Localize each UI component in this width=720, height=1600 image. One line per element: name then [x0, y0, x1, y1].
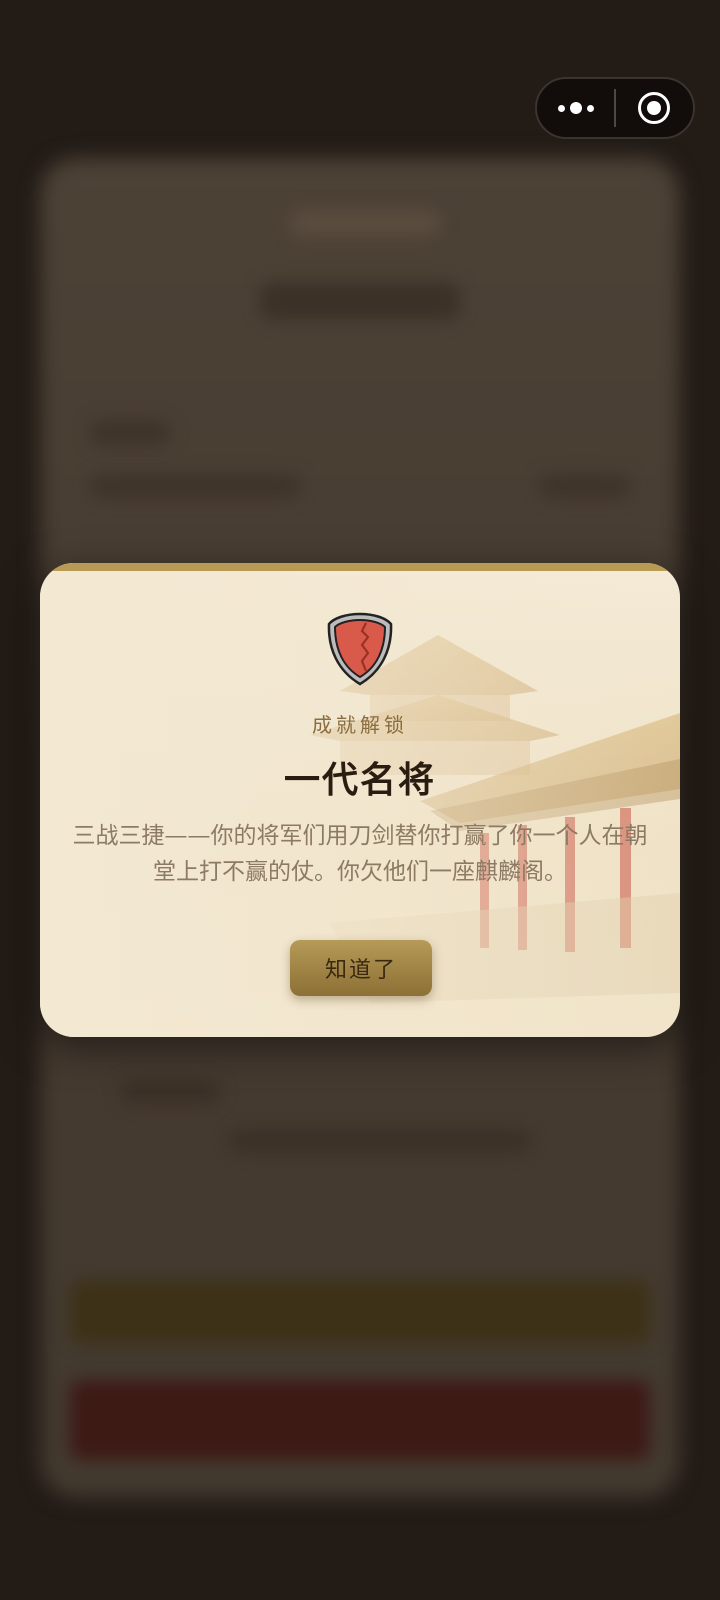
background-blurred-button: [70, 1380, 650, 1460]
screen: 成就解锁 一代名将 三战三捷——你的将军们用刀剑替你打赢了你一个人在朝堂上打不赢…: [0, 0, 720, 1600]
background-blurred-text: [90, 420, 170, 446]
achievement-title: 一代名将: [283, 759, 436, 801]
background-blurred-text: [540, 474, 630, 498]
modal-top-accent-bar: [40, 563, 680, 571]
capsule-menu: [535, 77, 695, 139]
background-blurred-text: [230, 1130, 530, 1152]
achievement-subtitle: 成就解锁: [312, 713, 408, 737]
background-blurred-text: [120, 1080, 220, 1104]
achievement-description: 三战三捷——你的将军们用刀剑替你打赢了你一个人在朝堂上打不赢的仗。你欠他们一座麒…: [72, 823, 648, 885]
background-blurred-text: [290, 210, 440, 236]
background-blurred-text: [90, 474, 300, 498]
background-blurred-button: [70, 1280, 650, 1344]
acknowledge-button[interactable]: 知道了: [290, 940, 432, 996]
more-dots-icon[interactable]: [537, 79, 614, 137]
shield-icon: [327, 612, 393, 686]
target-close-icon[interactable]: [616, 79, 693, 137]
background-blurred-title: [260, 282, 460, 320]
achievement-modal: 成就解锁 一代名将 三战三捷——你的将军们用刀剑替你打赢了你一个人在朝堂上打不赢…: [40, 563, 680, 1037]
